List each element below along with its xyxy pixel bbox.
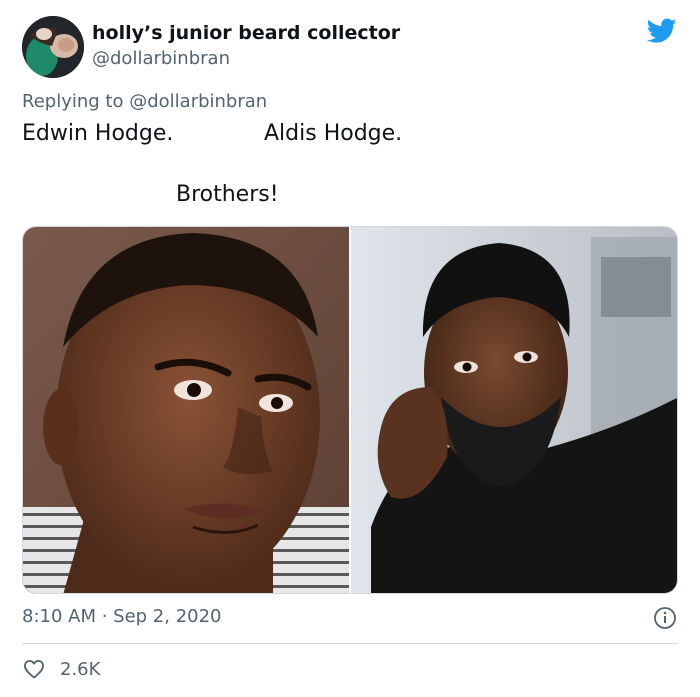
tweet-timestamp[interactable]: 8:10 AM · Sep 2, 2020 <box>22 606 222 627</box>
author-name[interactable]: holly’s junior beard collector <box>92 22 400 44</box>
like-count: 2.6K <box>60 658 101 680</box>
tweet-text-line-1: Edwin Hodge. <box>22 121 174 146</box>
reply-context: Replying to @dollarbinbran <box>22 91 267 112</box>
tweet-text-line-2: Aldis Hodge. <box>264 121 403 146</box>
heart-icon[interactable] <box>22 657 46 681</box>
like-action[interactable]: 2.6K <box>22 656 100 682</box>
photo-left[interactable] <box>23 227 349 593</box>
twitter-bird-icon[interactable] <box>646 18 677 44</box>
author-handle[interactable]: @dollarbinbran <box>92 48 230 69</box>
photo-right[interactable] <box>351 227 677 593</box>
tweet-card: holly’s junior beard collector @dollarbi… <box>0 0 700 697</box>
reply-mention-link[interactable]: @dollarbinbran <box>129 91 267 112</box>
avatar[interactable] <box>22 16 84 78</box>
info-icon[interactable] <box>653 606 677 630</box>
reply-prefix: Replying to <box>22 91 124 112</box>
divider <box>22 643 678 644</box>
media-grid <box>22 226 678 594</box>
tweet-text-line-3: Brothers! <box>176 182 279 207</box>
